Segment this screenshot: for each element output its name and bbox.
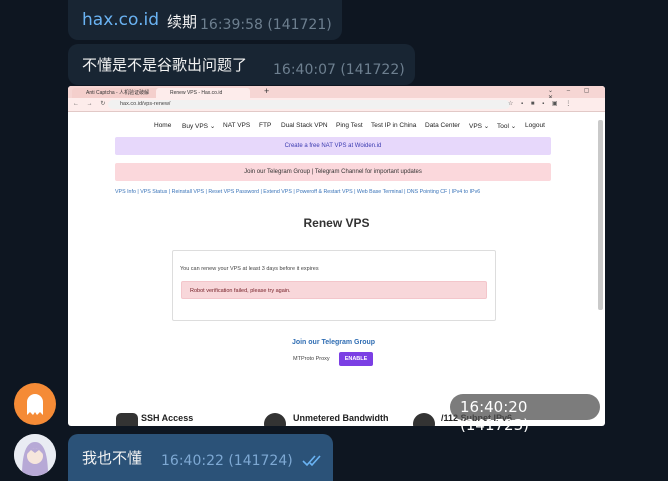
browser-tab-active[interactable]: Renew VPS - Hax.co.id xyxy=(156,88,250,98)
error-alert: Robot verification failed, please try ag… xyxy=(181,281,487,299)
nav-home[interactable]: Home xyxy=(154,122,171,129)
join-telegram-link[interactable]: Join our Telegram Group xyxy=(68,339,599,346)
nav-dual-stack[interactable]: Dual Stack VPN xyxy=(281,122,328,129)
message-text: 不懂是不是谷歌出问题了 xyxy=(82,56,248,74)
message-link[interactable]: hax.co.id xyxy=(82,10,159,30)
nav-nat-vps[interactable]: NAT VPS xyxy=(223,122,250,129)
feature-ssh: SSH Access xyxy=(141,413,194,423)
browser-tab-bar: Anti Captcha - 人机验证破解 Renew VPS - Hax.co… xyxy=(68,86,605,101)
scrollbar[interactable] xyxy=(598,120,603,310)
page-title: Renew VPS xyxy=(303,216,370,230)
renew-card: You can renew your VPS at least 3 days b… xyxy=(172,250,496,321)
message-time: 16:40:07 (141722) xyxy=(273,62,405,78)
nav-ftp[interactable]: FTP xyxy=(259,122,271,129)
mtproto-label: MTProto Proxy xyxy=(293,356,330,362)
feature-bandwidth: Unmetered Bandwidth xyxy=(293,413,389,423)
nav-logout[interactable]: Logout xyxy=(525,122,545,129)
vps-links[interactable]: VPS Info | VPS Status | Reinstall VPS | … xyxy=(115,189,480,195)
nav-ping-test[interactable]: Ping Test xyxy=(336,122,363,129)
nav-vps[interactable]: VPS ⌄ xyxy=(469,122,489,130)
message-text: 续期 xyxy=(167,13,198,31)
outgoing-message-bubble: 我也不懂 16:40:22 (141724) xyxy=(68,434,333,481)
url-field[interactable]: hax.co.id/vps-renew/ xyxy=(108,100,510,109)
site-nav: Home Buy VPS ⌄ NAT VPS FTP Dual Stack VP… xyxy=(68,116,605,136)
read-checkmarks-icon xyxy=(302,455,321,467)
banner-telegram: Join our Telegram Group | Telegram Chann… xyxy=(115,163,551,181)
nav-test-ip[interactable]: Test IP in China xyxy=(371,122,416,129)
banner-free-nat[interactable]: Create a free NAT VPS at Woiden.id xyxy=(115,137,551,155)
nav-tool[interactable]: Tool ⌄ xyxy=(497,122,516,130)
nav-data-center[interactable]: Data Center xyxy=(425,122,460,129)
extension-icons[interactable]: ☆ ▪ ■ ▪ ▣ ⋮ xyxy=(508,100,574,107)
user-avatar-ghost[interactable] xyxy=(14,383,56,425)
message-time: 16:39:58 (141721) xyxy=(200,17,332,33)
ipv6-icon xyxy=(413,413,435,426)
address-bar: ← → ↻ hax.co.id/vps-renew/ ☆ ▪ ■ ▪ ▣ ⋮ xyxy=(68,98,605,112)
image-time-badge: 16:40:20 (141723) xyxy=(450,394,600,434)
message-text: 我也不懂 xyxy=(82,449,143,467)
screenshot-image[interactable]: Anti Captcha - 人机验证破解 Renew VPS - Hax.co… xyxy=(68,86,605,426)
ssh-icon xyxy=(116,413,138,426)
nav-buy-vps[interactable]: Buy VPS ⌄ xyxy=(182,122,215,130)
renew-note: You can renew your VPS at least 3 days b… xyxy=(180,266,319,272)
anime-girl-avatar-icon xyxy=(14,434,56,476)
bandwidth-icon xyxy=(264,413,286,426)
enable-button[interactable]: ENABLE xyxy=(339,352,373,366)
nav-arrows-icon[interactable]: ← → ↻ xyxy=(73,100,108,107)
message-bubble: 不懂是不是谷歌出问题了 16:40:07 (141722) xyxy=(68,44,415,85)
message-time: 16:40:22 (141724) xyxy=(161,453,293,469)
user-avatar-anime[interactable] xyxy=(14,434,56,476)
image-time: 16:40:20 (141723) xyxy=(460,398,529,434)
ghost-icon xyxy=(27,394,43,415)
message-bubble: hax.co.id 续期 16:39:58 (141721) xyxy=(68,0,342,40)
new-tab-icon[interactable]: + xyxy=(264,86,269,96)
browser-tab[interactable]: Anti Captcha - 人机验证破解 xyxy=(72,88,166,98)
